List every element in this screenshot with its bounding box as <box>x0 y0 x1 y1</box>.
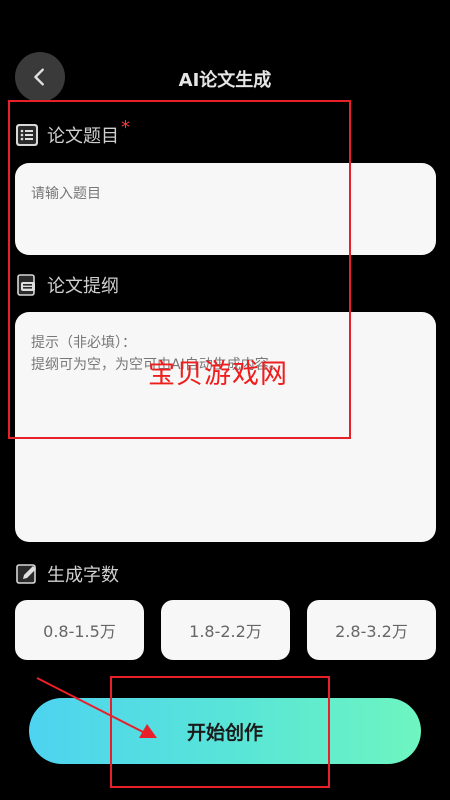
word-count-options: 0.8-1.5万 1.8-2.2万 2.8-3.2万 <box>15 600 436 660</box>
count-label-text: 生成字数 <box>47 565 119 586</box>
count-option-2[interactable]: 1.8-2.2万 <box>161 600 290 660</box>
watermark-text: 宝贝游戏网 <box>148 359 288 390</box>
annotation-arrow-icon <box>36 677 157 738</box>
edit-icon <box>15 562 39 586</box>
count-option-1[interactable]: 0.8-1.5万 <box>15 600 144 660</box>
header: AI论文生成 <box>0 50 450 106</box>
count-section-label: 生成字数 <box>15 561 119 587</box>
page-title: AI论文生成 <box>178 70 272 91</box>
count-option-3[interactable]: 2.8-3.2万 <box>307 600 436 660</box>
